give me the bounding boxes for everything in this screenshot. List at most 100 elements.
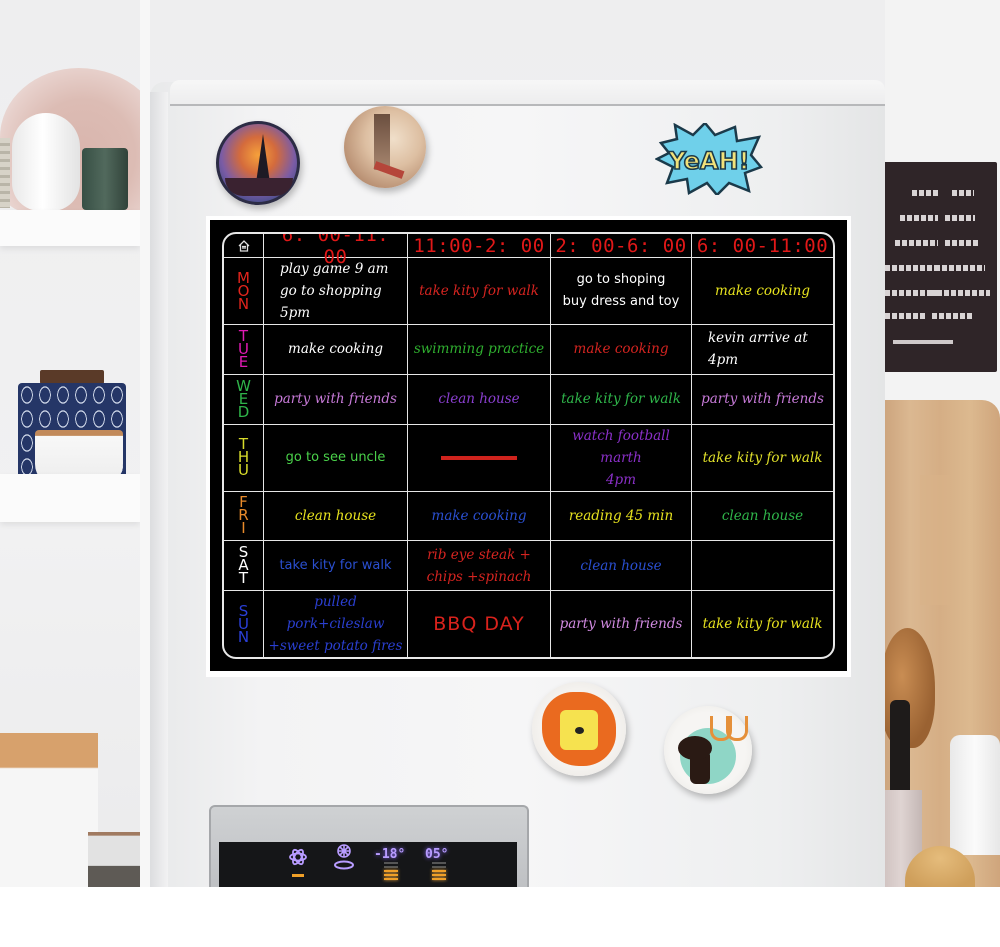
schedule-text: make cooking — [715, 283, 810, 299]
schedule-text: take kity for walk — [702, 449, 823, 466]
time-slot-header: 6: 00-11:00 — [692, 234, 833, 258]
schedule-cell[interactable]: make cooking — [264, 325, 408, 375]
yeah-text: YeAH! — [667, 147, 749, 175]
green-glass — [82, 148, 128, 210]
day-label-sun: SUN — [224, 591, 264, 657]
schedule-cell[interactable]: swimming practice — [408, 325, 551, 375]
castle-magnet[interactable] — [344, 106, 426, 188]
schedule-text: take kity for walk — [279, 557, 392, 573]
schedule-cell[interactable]: rib eye steak + chips +spinach — [408, 541, 551, 591]
schedule-cell[interactable] — [408, 424, 551, 492]
poster-graphic — [900, 215, 938, 221]
schedule-text: make cooking — [288, 341, 383, 358]
magnet-ground — [225, 178, 293, 196]
schedule-cell[interactable]: take kity for walk — [692, 591, 833, 657]
poster-graphic — [885, 313, 925, 319]
display-screen — [219, 842, 517, 887]
time-slot-header: 6: 00-11: 00 — [264, 234, 408, 268]
schedule-cell[interactable]: make cooking — [692, 258, 833, 325]
mode-indicator-bar — [292, 874, 304, 877]
schedule-text: take kity for walk — [561, 391, 681, 408]
freezer-level-bars — [384, 862, 398, 882]
poster-graphic — [895, 240, 938, 246]
schedule-cell[interactable]: party with friends — [692, 375, 833, 425]
schedule-cell[interactable]: go to shoping buy dress and toy — [551, 258, 692, 325]
schedule-cell[interactable]: make cooking — [408, 491, 551, 542]
poster-graphic — [885, 265, 940, 271]
shell-decoration — [0, 138, 10, 208]
schedule-text: pulled pork+cileslaw +sweet potato fires — [268, 594, 403, 654]
schedule-cell[interactable]: take kity for walk — [692, 425, 833, 492]
schedule-text: party with friends — [274, 391, 397, 408]
schedule-cell[interactable]: take kity for walk — [264, 541, 408, 591]
poster-graphic — [945, 240, 980, 246]
schedule-cell[interactable]: pulled pork+cileslaw +sweet potato fires — [264, 591, 408, 657]
antler — [726, 716, 748, 741]
time-slot-header: 11:00-2: 00 — [408, 234, 551, 258]
poster-graphic — [930, 290, 990, 296]
schedule-text: clean house — [580, 557, 662, 574]
schedule-cell[interactable]: clean house — [551, 541, 692, 591]
schedule-cell[interactable]: kevin arrive at 4pm — [692, 325, 833, 375]
poster-graphic — [945, 215, 975, 221]
schedule-text: reading 45 min — [568, 507, 674, 524]
snowflake-icon[interactable] — [333, 843, 355, 873]
poster-graphic — [912, 190, 938, 196]
schedule-text: take kity for walk — [419, 283, 539, 299]
schedule-cell[interactable]: go to see uncle — [264, 424, 408, 492]
day-label-sat: SAT — [224, 541, 264, 591]
day-label-wed: WED — [224, 374, 264, 425]
schedule-cell[interactable]: clean house — [408, 374, 551, 425]
day-label-tue: TUE — [224, 325, 264, 375]
house-icon — [238, 239, 249, 252]
schedule-cell[interactable]: reading 45 min — [551, 491, 692, 542]
white-jar — [950, 735, 1000, 855]
atom-mode-icon[interactable] — [288, 846, 308, 868]
schedule-text: party with friends — [559, 616, 683, 632]
wall-edge — [140, 0, 150, 887]
refrigerator-edge — [150, 92, 168, 887]
schedule-text: watch football marth 4pm — [572, 427, 670, 488]
poster-graphic — [935, 265, 985, 271]
schedule-text: BBQ DAY — [433, 613, 525, 635]
schedule-cell[interactable]: clean house — [692, 492, 833, 542]
schedule-cell[interactable]: take kity for walk — [551, 374, 692, 425]
schedule-cell[interactable] — [692, 541, 833, 591]
wall-shelf-lower — [0, 474, 140, 522]
schedule-cell[interactable]: clean house — [264, 491, 408, 542]
day-letter: U — [238, 461, 249, 479]
corner-cell — [224, 234, 264, 258]
freezer-temperature: -18° — [374, 847, 406, 862]
schedule-text: kevin arrive at 4pm — [708, 330, 808, 369]
yeah-sticker[interactable]: YeAH! — [655, 123, 763, 195]
schedule-cell[interactable]: party with friends — [551, 591, 692, 657]
lion-magnet[interactable] — [532, 682, 626, 776]
schedule-text: clean house — [721, 507, 804, 524]
schedule-cell[interactable]: BBQ DAY — [408, 591, 551, 657]
day-label-fri: FRI — [224, 491, 264, 542]
kitchen-scene: YeAH! 6: 00-11: 00 11:00-2: 00 2: 00-6: … — [0, 0, 1000, 887]
wood-grain — [920, 475, 950, 605]
day-letter: I — [241, 519, 246, 538]
white-vase — [12, 113, 80, 211]
schedule-cell[interactable]: take kity for walk — [408, 258, 551, 325]
refrigerator-handle[interactable] — [170, 80, 885, 106]
schedule-text: party with friends — [701, 391, 824, 408]
poster-graphic — [932, 313, 972, 319]
eiffel-tower-magnet[interactable] — [216, 121, 300, 205]
schedule-text: make cooking — [431, 507, 527, 524]
day-letter: T — [238, 569, 249, 588]
moose-magnet[interactable] — [664, 706, 752, 794]
schedule-text: go to see uncle — [285, 449, 386, 465]
schedule-text: take kity for walk — [702, 616, 823, 632]
schedule-cell[interactable]: make cooking — [551, 325, 692, 375]
schedule-cell[interactable]: play game 9 am go to shopping 5pm — [264, 258, 408, 325]
schedule-text: clean house — [438, 391, 520, 408]
day-letter: D — [237, 402, 250, 421]
wall-shelf-upper — [0, 210, 140, 246]
time-slot-header: 2: 00-6: 00 — [551, 234, 692, 258]
schedule-cell[interactable]: party with friends — [264, 374, 408, 425]
schedule-text: make cooking — [573, 341, 669, 358]
schedule-cell[interactable]: watch football marth 4pm — [551, 424, 692, 492]
schedule-text: rib eye steak + chips +spinach — [426, 546, 532, 585]
